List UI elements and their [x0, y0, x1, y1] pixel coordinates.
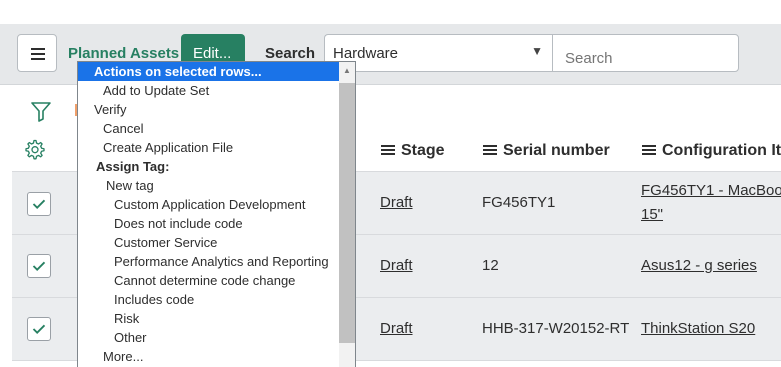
column-label: Configuration Item — [662, 142, 781, 159]
chevron-down-icon: ▼ — [531, 44, 543, 58]
search-field-value: Hardware — [333, 45, 399, 62]
search-label: Search — [265, 45, 316, 62]
checkmark-icon — [32, 324, 46, 334]
scroll-up-icon[interactable]: ▲ — [343, 66, 351, 75]
checkmark-icon — [32, 199, 46, 209]
search-input[interactable] — [552, 34, 739, 72]
search-field-select[interactable]: Hardware ▼ — [324, 34, 553, 72]
list-title[interactable]: Planned Assets — [68, 45, 179, 62]
menu-item-create-application-file[interactable]: Create Application File — [78, 138, 355, 157]
menu-item-tag[interactable]: Customer Service — [78, 233, 355, 252]
menu-line — [31, 48, 45, 50]
row-checkbox[interactable] — [27, 254, 51, 278]
column-label: Serial number — [503, 142, 610, 159]
menu-item-tag[interactable]: Custom Application Development — [78, 195, 355, 214]
configuration-item-link[interactable]: ThinkStation S20 — [641, 320, 755, 337]
column-header-stage[interactable]: Stage — [381, 142, 445, 160]
filter-icon[interactable] — [30, 100, 52, 122]
menu-item-tag[interactable]: Includes code — [78, 290, 355, 309]
column-header-serial-number[interactable]: Serial number — [483, 142, 610, 160]
menu-group-verify: Verify — [94, 102, 127, 117]
menu-item-add-to-update-set[interactable]: Add to Update Set — [78, 81, 355, 100]
column-menu-icon[interactable] — [642, 144, 656, 156]
stage-link[interactable]: Draft — [380, 194, 413, 211]
column-label: Stage — [401, 142, 445, 159]
serial-number-cell: HHB-317-W20152-RT — [482, 320, 630, 337]
menu-item-tag[interactable]: Performance Analytics and Reporting — [78, 252, 355, 271]
row-checkbox[interactable] — [27, 317, 51, 341]
scrollbar-thumb[interactable] — [339, 83, 355, 343]
menu-line — [31, 53, 45, 55]
top-strip — [0, 0, 781, 24]
menu-item-more[interactable]: More... — [78, 347, 355, 366]
menu-item-tag[interactable]: Risk — [78, 309, 355, 328]
menu-item-actions-placeholder[interactable]: Actions on selected rows... — [78, 62, 355, 81]
column-header-configuration-item[interactable]: Configuration Item — [642, 142, 781, 160]
menu-item-tag[interactable]: Other — [78, 328, 355, 347]
configuration-item-link-continued[interactable]: 15" — [641, 206, 663, 223]
column-menu-icon[interactable] — [483, 144, 497, 156]
menu-item-new-tag[interactable]: New tag — [78, 176, 355, 195]
gear-icon[interactable] — [22, 138, 46, 162]
serial-number-cell: 12 — [482, 257, 499, 274]
menu-line — [31, 58, 45, 60]
actions-dropdown[interactable]: Actions on selected rows... Add to Updat… — [77, 61, 356, 367]
configuration-item-link[interactable]: FG456TY1 - MacBook — [641, 182, 781, 199]
serial-number-cell: FG456TY1 — [482, 194, 556, 211]
stage-link[interactable]: Draft — [380, 320, 413, 337]
menu-item-tag[interactable]: Cannot determine code change — [78, 271, 355, 290]
stage-link[interactable]: Draft — [380, 257, 413, 274]
menu-group-assign-tag: Assign Tag: — [96, 159, 170, 174]
menu-item-tag[interactable]: Does not include code — [78, 214, 355, 233]
configuration-item-link[interactable]: Asus12 - g series — [641, 257, 757, 274]
row-checkbox[interactable] — [27, 192, 51, 216]
checkmark-icon — [32, 261, 46, 271]
column-menu-icon[interactable] — [381, 144, 395, 156]
hamburger-menu-button[interactable] — [17, 34, 57, 72]
menu-item-cancel[interactable]: Cancel — [78, 119, 355, 138]
